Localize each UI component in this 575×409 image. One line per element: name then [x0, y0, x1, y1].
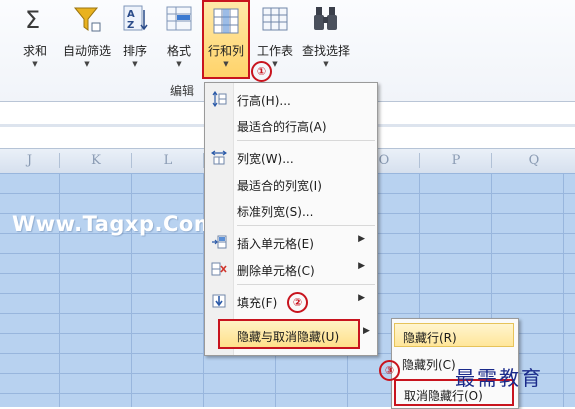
- menu-item-column-width[interactable]: 列宽(W)...: [205, 145, 377, 169]
- row-height-icon: [211, 90, 227, 108]
- worksheet-icon: [260, 4, 290, 34]
- chevron-down-icon: ▼: [323, 60, 329, 68]
- submenu-item-hide-rows[interactable]: 隐藏行(R): [394, 323, 514, 347]
- group-label-edit: 编辑: [170, 84, 195, 98]
- submenu-item-label: 隐藏列(C): [402, 358, 456, 372]
- menu-item-label: 隐藏与取消隐藏(U): [237, 330, 340, 344]
- rows-columns-menu: 行高(H)... 最适合的行高(A) 列宽(W)... 最适合的列宽(I) 标准…: [204, 82, 378, 356]
- menu-item-autofit-row-height[interactable]: 最适合的行高(A): [205, 113, 377, 137]
- submenu-arrow-icon: ▶: [363, 326, 370, 336]
- menu-item-hide-unhide[interactable]: 隐藏与取消隐藏(U): [218, 319, 360, 349]
- find-select-button[interactable]: 查找选择 ▼: [300, 0, 352, 80]
- format-icon: [164, 4, 194, 34]
- menu-item-label: 标准列宽(S)...: [237, 205, 314, 219]
- menu-item-insert-cells[interactable]: 插入单元格(E) ▶: [205, 230, 377, 254]
- find-select-label: 查找选择: [301, 44, 350, 58]
- format-label: 格式: [166, 44, 191, 58]
- menu-item-label: 删除单元格(C): [237, 264, 315, 278]
- svg-text:Σ: Σ: [25, 6, 40, 34]
- menu-separator: [237, 284, 375, 285]
- column-header[interactable]: K: [59, 153, 132, 168]
- svg-text:A: A: [127, 9, 135, 20]
- chevron-down-icon: ▼: [176, 60, 182, 68]
- rows-columns-button[interactable]: 行和列 ▼: [202, 0, 250, 79]
- menu-item-label: 插入单元格(E): [237, 237, 314, 251]
- submenu-arrow-icon: ▶: [358, 293, 365, 303]
- chevron-down-icon: ▼: [132, 60, 138, 68]
- menu-item-row-height[interactable]: 行高(H)...: [205, 87, 377, 111]
- column-header[interactable]: J: [0, 153, 59, 168]
- menu-item-autofit-column-width[interactable]: 最适合的列宽(I): [205, 172, 377, 196]
- autofilter-button[interactable]: 自动筛选 ▼: [61, 0, 113, 80]
- watermark: Www.Tagxp.Com: [12, 212, 217, 236]
- filter-icon: [72, 4, 102, 34]
- step-1-badge: ①: [251, 61, 272, 82]
- worksheet-label: 工作表: [256, 44, 293, 58]
- menu-item-label: 最适合的列宽(I): [237, 179, 322, 193]
- column-header[interactable]: P: [419, 153, 492, 168]
- find-binoculars-icon: [311, 4, 341, 34]
- chevron-down-icon: ▼: [32, 60, 38, 68]
- menu-separator: [237, 225, 375, 226]
- sum-icon: Σ: [20, 4, 50, 34]
- submenu-arrow-icon: ▶: [358, 234, 365, 244]
- chevron-down-icon: ▼: [223, 60, 229, 68]
- column-header[interactable]: L: [131, 153, 204, 168]
- rows-columns-icon: [211, 6, 241, 36]
- fill-icon: [211, 293, 227, 309]
- menu-item-label: 最适合的行高(A): [237, 120, 327, 134]
- menu-separator: [237, 140, 375, 141]
- chevron-down-icon: ▼: [84, 60, 90, 68]
- delete-cells-icon: [211, 261, 227, 277]
- submenu-item-label: 隐藏行(R): [403, 331, 457, 345]
- menu-item-standard-width[interactable]: 标准列宽(S)...: [205, 198, 377, 222]
- column-width-icon: [210, 149, 228, 165]
- sum-button[interactable]: Σ 求和 ▼: [18, 0, 52, 80]
- autofilter-label: 自动筛选: [62, 44, 111, 58]
- sum-label: 求和: [22, 44, 47, 58]
- svg-text:Z: Z: [127, 20, 134, 31]
- step-3-badge: ③: [379, 360, 400, 381]
- sort-label: 排序: [122, 44, 147, 58]
- format-button[interactable]: 格式 ▼: [162, 0, 196, 80]
- brand-watermark: 最需教育: [455, 366, 543, 390]
- insert-cells-icon: [211, 234, 227, 250]
- sort-button[interactable]: AZ 排序 ▼: [119, 0, 151, 80]
- rows-columns-label: 行和列: [207, 44, 244, 58]
- menu-item-label: 填充(F): [237, 296, 278, 310]
- menu-item-delete-cells[interactable]: 删除单元格(C) ▶: [205, 257, 377, 281]
- sort-icon: AZ: [120, 4, 150, 34]
- submenu-arrow-icon: ▶: [358, 261, 365, 271]
- menu-item-label: 列宽(W)...: [237, 152, 294, 166]
- step-2-badge: ②: [287, 292, 308, 313]
- menu-item-label: 行高(H)...: [237, 94, 291, 108]
- column-header[interactable]: Q: [491, 153, 575, 168]
